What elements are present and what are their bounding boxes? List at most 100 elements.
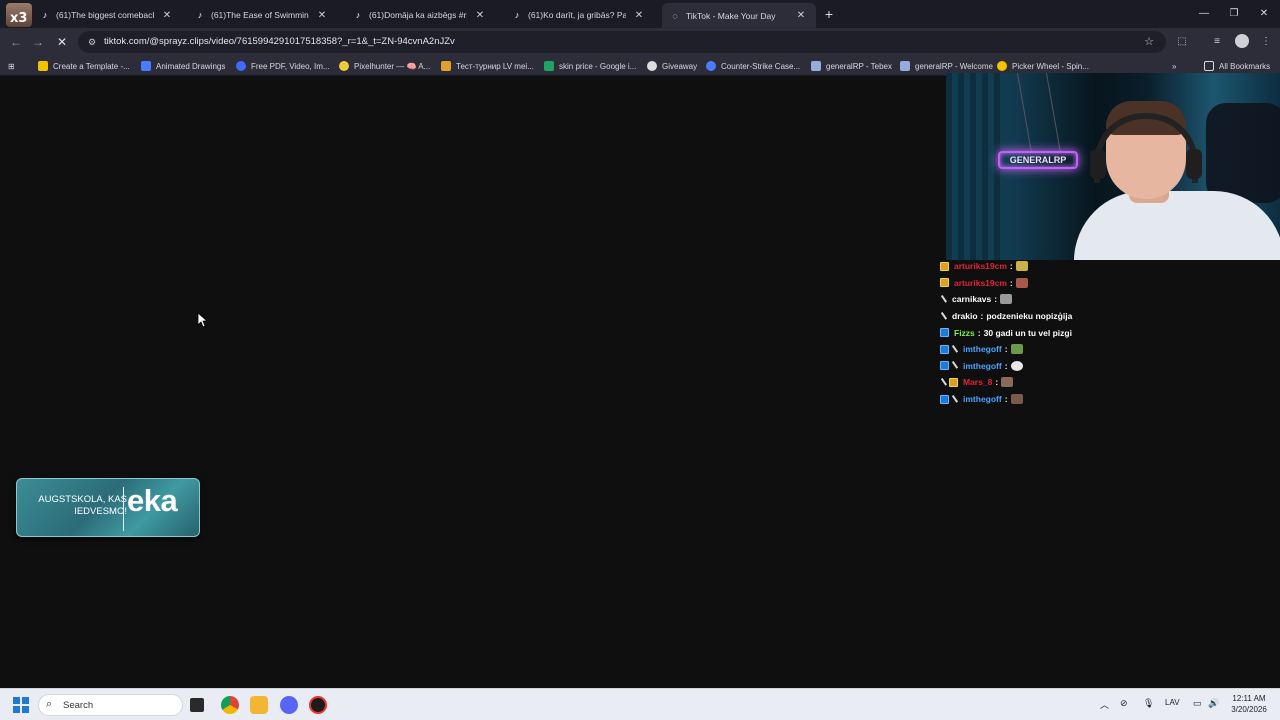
microphone-icon[interactable]: 🎙 [1143,698,1154,709]
tab-4[interactable]: ◌ TikTok - Make Your Day ✕ [662,3,816,28]
bookmark-item[interactable]: Create a Template -... [38,59,130,73]
bookmark-item[interactable]: Pixelhunter — 🧠 A... [339,59,430,73]
bookmark-item[interactable]: generalRP - Welcome [900,59,993,73]
bookmark-item[interactable]: generalRP - Tebex [811,59,892,73]
chat-separator: : [994,294,998,305]
task-view-icon[interactable] [190,698,204,712]
system-clock[interactable]: 12:11 AM 3/20/2026 [1225,693,1273,715]
start-tile [13,706,20,713]
folder-icon [1204,61,1214,71]
bookmark-favicon [647,61,657,71]
chat-separator: : [1004,360,1008,371]
recording-app-icon[interactable] [309,696,327,714]
windows-taskbar: ⌕ Search ︿ ⊘ 🎙 LAV ▭ 🔊 12:11 AM 3/20/202… [0,688,1280,720]
tiktok-icon: ♪ [197,10,203,20]
chat-separator: : [1009,261,1013,272]
windows-start-icon[interactable] [13,697,29,713]
menu-icon[interactable]: ⋮ [1258,34,1274,50]
taskbar-search[interactable]: ⌕ Search [38,694,183,716]
bookmark-label: generalRP - Welcome [915,61,993,71]
bookmark-favicon [706,61,716,71]
back-icon[interactable]: ← [8,34,24,50]
clock-date: 3/20/2026 [1231,705,1267,714]
chat-separator: : [1004,344,1008,355]
input-language[interactable]: LAV [1165,698,1180,707]
neon-sign: GENERALRP [998,151,1078,169]
apps-icon[interactable]: ⊞ [8,59,15,73]
emote-icon [1015,261,1028,272]
tiktok-icon: ♪ [355,10,361,20]
bookmark-item[interactable]: Free PDF, Video, Im... [236,59,330,73]
site-info-icon[interactable]: ⚙ [86,36,98,48]
bookmark-favicon [441,61,451,71]
chat-username: arturiks19cm [954,261,1007,272]
tab-1[interactable]: ♪ (61)The Ease of Swimming: A S ✕ [187,4,337,26]
close-icon[interactable]: ✕ [160,10,174,21]
vip-badge-icon [940,344,949,354]
close-icon[interactable]: ✕ [473,10,487,21]
bookmark-star-icon[interactable]: ☆ [1144,35,1154,48]
new-tab-button[interactable]: + [820,6,838,22]
chrome-icon[interactable] [221,696,239,714]
display-icon[interactable]: ▭ [1193,698,1202,709]
close-icon[interactable]: ✕ [794,10,808,21]
close-window-icon[interactable]: ✕ [1255,6,1273,22]
bookmark-label: Create a Template -... [53,61,130,71]
bookmark-label: Picker Wheel - Spin... [1012,61,1089,71]
all-bookmarks-label: All Bookmarks [1219,61,1271,71]
account-avatar[interactable] [1235,34,1249,48]
bookmark-item[interactable]: Counter-Strike Case... [706,59,800,73]
chat-badges [940,278,951,288]
search-icon: ⌕ [46,698,53,710]
media-controls-icon[interactable]: ≡ [1209,34,1225,50]
profile-avatar[interactable]: x3 [6,3,32,27]
address-bar[interactable]: ⚙ tiktok.com/@sprayz.clips/video/7615994… [78,31,1166,53]
chat-message: Fizzs : 30 gadi un tu vel pizgi [940,324,1280,341]
profile-badge: x3 [10,11,28,26]
emote-icon [1010,344,1023,355]
show-hidden-icons[interactable]: ︿ [1100,698,1109,711]
chat-message: carnikavs : [940,291,1280,308]
bookmark-favicon [811,61,821,71]
moderator-badge-icon [940,312,947,321]
discord-icon[interactable] [280,696,298,714]
tab-2[interactable]: ♪ (61)Domāja ka aizbēgs #riga # ✕ [345,4,495,26]
bookmark-favicon [38,61,48,71]
network-icon[interactable]: ⊘ [1120,698,1128,709]
forward-icon[interactable]: → [30,34,46,50]
restore-icon[interactable]: ❐ [1225,6,1243,22]
bookmark-label: skin price - Google i... [559,61,637,71]
start-tile [22,697,29,704]
extensions-icon[interactable]: ⬚ [1174,34,1190,50]
emote-icon [1001,377,1014,388]
gaming-chair [1206,103,1280,203]
bookmark-item[interactable]: Giveaway [647,59,697,73]
chat-message: imthegoff : [940,358,1280,375]
bookmark-item[interactable]: Picker Wheel - Spin... [997,59,1089,73]
tab-3[interactable]: ♪ (61)Ko darīt, ja gribās? Pad ✕ [504,4,654,26]
chat-text: podzenieku nopizģija [986,311,1073,322]
close-icon[interactable]: ✕ [632,10,646,21]
volume-icon[interactable]: 🔊 [1208,698,1219,709]
chat-badges [940,295,949,304]
chat-badges [940,394,960,404]
bookmark-item[interactable]: Тест-турнир LV mei... [441,59,534,73]
bookmark-item[interactable]: Animated Drawings [141,59,225,73]
person-shirt [1074,191,1280,260]
close-icon[interactable]: ✕ [315,10,329,21]
file-explorer-icon[interactable] [250,696,268,714]
moderator-badge-icon [951,361,958,370]
chat-separator: : [995,377,999,388]
emote-icon [1010,394,1023,405]
tab-title: (61)The Ease of Swimming: A S [211,10,309,20]
emote-icon [1010,360,1023,371]
stop-loading-icon[interactable]: ✕ [54,34,70,50]
start-tile [22,706,29,713]
bookmark-item[interactable]: skin price - Google i... [544,59,636,73]
more-bookmarks-icon[interactable]: » [1172,59,1176,73]
chat-username: arturiks19cm [954,277,1007,288]
minimize-icon[interactable]: — [1195,6,1213,22]
tab-0[interactable]: ♪ (61)The biggest comeback of t ✕ [32,4,182,26]
all-bookmarks-folder[interactable]: All Bookmarks [1204,59,1270,73]
chat-message: imthegoff : [940,391,1280,408]
